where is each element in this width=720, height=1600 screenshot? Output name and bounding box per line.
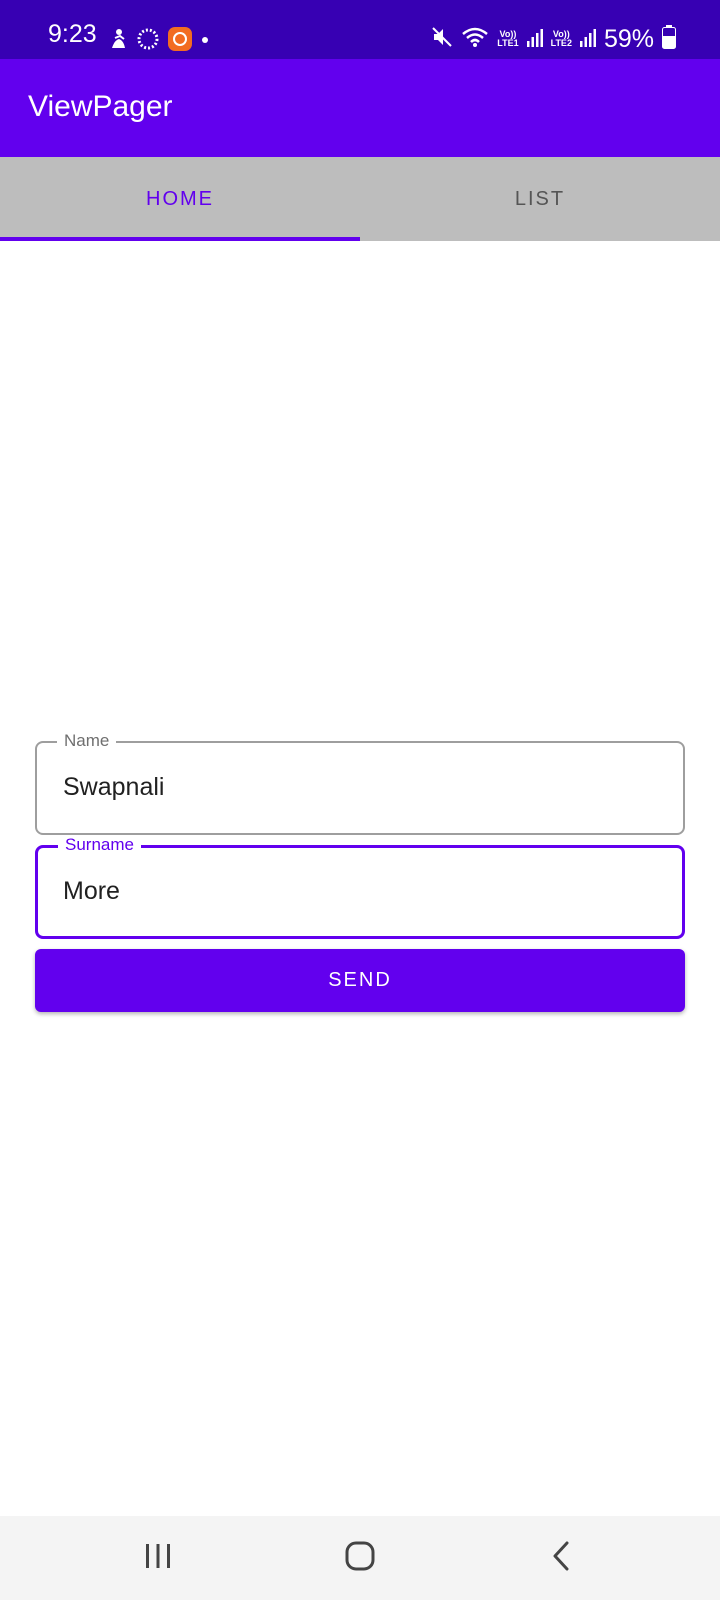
tab-indicator bbox=[0, 237, 360, 241]
app-bar: ViewPager bbox=[0, 59, 720, 157]
tab-home[interactable]: HOME bbox=[0, 157, 360, 241]
tab-bar: HOME LIST bbox=[0, 157, 720, 241]
recent-apps-button[interactable] bbox=[128, 1536, 188, 1580]
battery-icon bbox=[662, 24, 676, 54]
sim1-label: Vo)) LTE1 bbox=[497, 30, 518, 48]
surname-input[interactable] bbox=[63, 877, 653, 906]
signal-bars-icon bbox=[526, 27, 543, 52]
circle-progress-icon bbox=[136, 27, 160, 56]
back-button[interactable] bbox=[531, 1536, 591, 1580]
person-walk-icon bbox=[108, 28, 128, 55]
back-icon bbox=[551, 1541, 571, 1576]
name-input[interactable] bbox=[63, 773, 653, 802]
name-field-label: Name bbox=[57, 731, 117, 751]
sim1-lte-text: LTE1 bbox=[497, 38, 519, 48]
home-button[interactable] bbox=[330, 1536, 390, 1580]
dot-icon bbox=[200, 32, 210, 50]
name-field[interactable]: Name bbox=[35, 731, 685, 835]
orange-app-icon bbox=[168, 26, 192, 56]
navigation-bar bbox=[0, 1516, 720, 1600]
home-icon bbox=[345, 1541, 375, 1576]
status-left-icons bbox=[108, 26, 210, 56]
app-title: ViewPager bbox=[28, 90, 173, 123]
battery-percent: 59% bbox=[603, 24, 654, 53]
send-button[interactable]: SEND bbox=[35, 949, 685, 1012]
sim2-label: Vo)) LTE2 bbox=[551, 30, 572, 48]
sim2-lte-text: LTE2 bbox=[550, 38, 572, 48]
mute-icon bbox=[431, 26, 453, 53]
recent-apps-icon bbox=[144, 1543, 172, 1574]
tab-list[interactable]: LIST bbox=[360, 157, 720, 241]
wifi-icon bbox=[461, 26, 489, 53]
status-right-icons: Vo)) LTE1 Vo)) LTE2 59% bbox=[431, 24, 676, 54]
status-time: 9:23 bbox=[48, 20, 97, 48]
status-bar: 9:23 Vo)) LTE1 Vo)) LTE2 59% bbox=[0, 0, 720, 59]
surname-field[interactable]: Surname bbox=[35, 835, 685, 939]
signal-bars-icon bbox=[579, 27, 596, 52]
surname-field-label: Surname bbox=[58, 835, 141, 855]
